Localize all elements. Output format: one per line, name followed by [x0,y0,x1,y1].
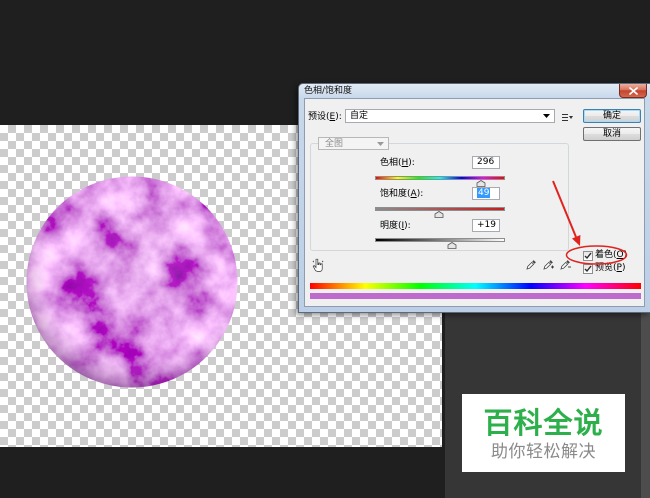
eyedropper-minus-icon[interactable] [560,259,571,270]
side-panel-edge [641,300,650,498]
watermark-subtitle: 助你轻松解决 [491,442,596,462]
hue-value: 296 [477,157,495,167]
channel-dropdown[interactable]: 全图 [318,137,389,150]
watermark-title: 百科全说 [483,406,604,440]
hue-slider[interactable] [375,176,505,187]
close-button[interactable] [619,84,647,98]
chevron-down-icon [543,114,550,118]
adjustment-group [310,143,569,251]
lightness-input[interactable]: +19 [472,219,500,232]
close-icon [629,87,638,95]
eyedropper-icon[interactable] [526,259,537,270]
channel-value: 全图 [325,139,344,149]
ok-button[interactable]: 确定 [583,109,641,123]
preset-options-icon[interactable] [562,113,573,122]
saturation-value: 49 [477,188,491,198]
dialog-title: 色相/饱和度 [304,86,353,96]
hue-label: 色相(H): [380,158,415,168]
hue-saturation-dialog: 色相/饱和度 预设(E): 自定 确定 取消 全图 色相(H): 296 饱和度… [298,83,650,313]
eyedropper-plus-icon[interactable] [543,259,554,270]
checkmark-icon [584,265,592,273]
preview-checkbox[interactable] [583,264,593,274]
watermark: 百科全说 助你轻松解决 [462,394,625,472]
purple-sphere-image [26,176,238,388]
hue-slider-thumb[interactable] [476,180,486,187]
colorize-checkbox[interactable] [583,251,593,261]
saturation-slider-thumb[interactable] [434,211,444,218]
colorize-label[interactable]: 着色(O) [595,250,627,261]
input-spectrum-bar [310,283,641,289]
checkmark-icon [584,252,592,260]
chevron-down-icon [377,142,384,146]
lightness-value: +19 [477,220,496,230]
dialog-titlebar[interactable]: 色相/饱和度 [299,84,650,98]
preset-dropdown[interactable]: 自定 [345,109,555,123]
saturation-input[interactable]: 49 [472,187,500,200]
hand-adjust-icon[interactable] [312,258,324,272]
color-range-bars [310,283,641,299]
cancel-button[interactable]: 取消 [583,127,641,141]
saturation-label: 饱和度(A): [380,189,424,199]
preset-value: 自定 [350,111,369,121]
preview-label[interactable]: 预览(P) [595,263,625,274]
output-color-bar [310,293,641,299]
lightness-slider-thumb[interactable] [447,242,457,249]
preset-label: 预设(E): [308,112,342,122]
hue-input[interactable]: 296 [472,156,500,169]
saturation-slider[interactable] [375,207,505,218]
lightness-slider[interactable] [375,238,505,249]
lightness-label: 明度(I): [380,221,411,231]
